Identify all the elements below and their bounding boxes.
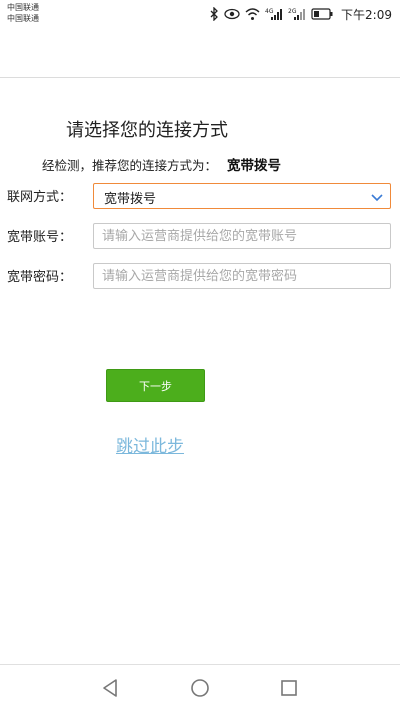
home-icon[interactable] xyxy=(189,677,211,699)
carrier-name-1: 中国联通 xyxy=(7,3,39,12)
carrier-name-2: 中国联通 xyxy=(7,14,39,23)
network-type-2: 2G xyxy=(288,8,297,15)
recents-icon[interactable] xyxy=(278,677,300,699)
account-label: 宽带账号： xyxy=(7,230,73,245)
battery-icon xyxy=(311,8,333,20)
account-input[interactable] xyxy=(93,223,391,249)
page-title: 请选择您的连接方式 xyxy=(66,120,228,141)
connection-type-value: 宽带拨号 xyxy=(104,192,157,207)
bluetooth-icon xyxy=(210,7,218,21)
skip-link[interactable]: 跳过此步 xyxy=(116,432,184,457)
connection-type-select[interactable]: 宽带拨号 xyxy=(93,183,391,209)
wifi-icon xyxy=(245,8,260,20)
status-bar: 中国联通 中国联通 4G 2G 下午2:09 xyxy=(0,0,400,28)
eye-icon xyxy=(224,8,240,20)
chevron-down-icon xyxy=(371,194,383,202)
network-type-1: 4G xyxy=(265,8,274,15)
detection-result: 经检测，推荐您的连接方式为： 宽带拨号 xyxy=(42,154,281,174)
detection-prefix: 经检测，推荐您的连接方式为： xyxy=(42,158,218,173)
password-input[interactable] xyxy=(93,263,391,289)
connection-type-label: 联网方式： xyxy=(7,190,73,205)
status-time: 下午2:09 xyxy=(341,7,392,22)
signal-icon: 4G xyxy=(265,8,283,20)
navigation-bar xyxy=(0,664,400,711)
status-icons: 4G 2G 下午2:09 xyxy=(210,5,392,23)
detection-value: 宽带拨号 xyxy=(227,158,282,174)
back-icon[interactable] xyxy=(100,677,122,699)
signal-icon: 2G xyxy=(288,8,306,20)
next-button[interactable]: 下一步 xyxy=(106,369,205,402)
app-header xyxy=(0,28,400,78)
password-label: 宽带密码： xyxy=(7,270,73,285)
